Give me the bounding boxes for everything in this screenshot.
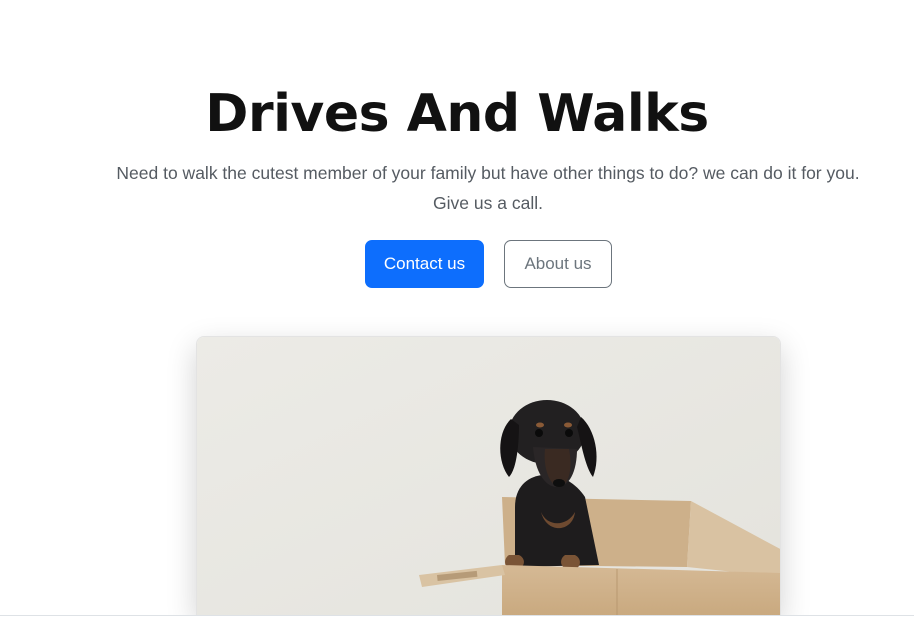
- dog-in-box-image: [197, 337, 780, 615]
- hero-image: [196, 336, 781, 615]
- hero-lead-text: Need to walk the cutest member of your f…: [116, 163, 860, 213]
- about-us-button[interactable]: About us: [504, 240, 612, 288]
- footer-divider: [0, 615, 914, 636]
- page-title: Drives And Walks: [205, 84, 709, 144]
- contact-us-button[interactable]: Contact us: [365, 240, 484, 288]
